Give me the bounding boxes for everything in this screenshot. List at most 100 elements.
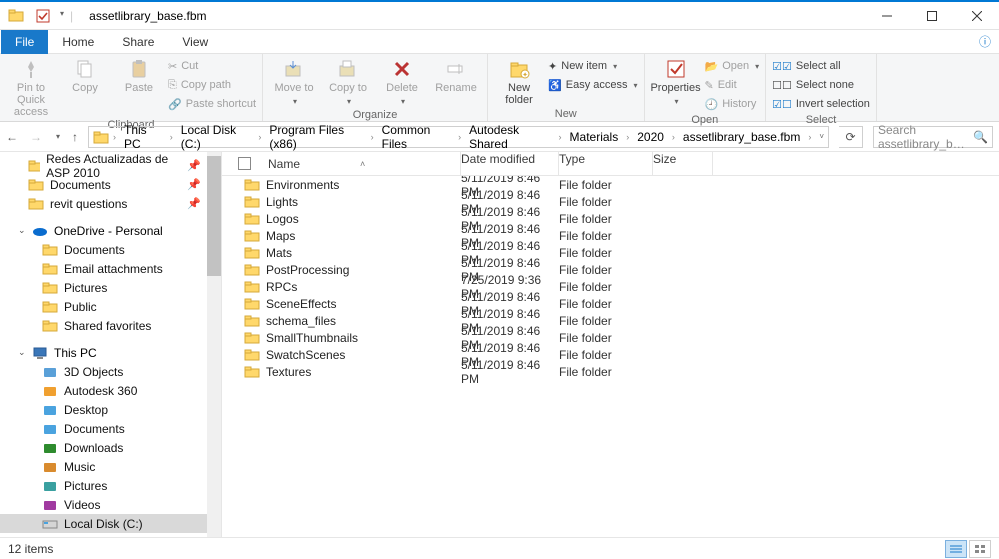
nav-onedrive-item[interactable]: Public bbox=[0, 297, 221, 316]
column-size[interactable]: Size bbox=[653, 152, 713, 176]
nav-onedrive-item[interactable]: Shared favorites bbox=[0, 316, 221, 335]
breadcrumb-seg[interactable]: This PC bbox=[120, 123, 166, 151]
nav-local-disk[interactable]: Local Disk (C:) bbox=[0, 514, 221, 533]
nav-this-pc[interactable]: ⌄ This PC bbox=[0, 343, 221, 362]
nav-thispc-item[interactable]: Desktop bbox=[0, 400, 221, 419]
invert-selection-button[interactable]: ☑☐Invert selection bbox=[772, 95, 870, 113]
file-type: File folder bbox=[559, 348, 653, 362]
ribbon-help-icon[interactable]: ⓘ bbox=[971, 33, 999, 50]
new-folder-button[interactable]: ✦ New folder bbox=[494, 56, 544, 106]
tab-share[interactable]: Share bbox=[108, 30, 168, 54]
pin-to-quick-access-button[interactable]: Pin to Quick access bbox=[6, 56, 56, 118]
chevron-right-icon[interactable]: › bbox=[369, 132, 376, 142]
qat-properties-icon[interactable] bbox=[36, 9, 50, 23]
maximize-button[interactable] bbox=[909, 2, 954, 30]
nav-thispc-item[interactable]: Music bbox=[0, 457, 221, 476]
nav-quick-item[interactable]: Redes Actualizadas de ASP 2010📌 bbox=[0, 156, 221, 175]
view-details-button[interactable] bbox=[945, 540, 967, 558]
cut-button[interactable]: ✂Cut bbox=[168, 57, 256, 75]
table-row[interactable]: Logos 5/11/2019 8:46 PM File folder bbox=[222, 210, 999, 227]
history-button[interactable]: 🕘History bbox=[705, 95, 760, 113]
breadcrumb-seg[interactable]: Autodesk Shared bbox=[465, 123, 554, 151]
nav-recent-button[interactable]: ▾ bbox=[56, 132, 60, 141]
breadcrumb-seg[interactable]: 2020 bbox=[633, 130, 668, 144]
properties-button[interactable]: Properties▾ bbox=[651, 56, 701, 108]
address-dropdown[interactable]: ˅ bbox=[819, 132, 824, 141]
new-item-button[interactable]: ✦New item▾ bbox=[548, 57, 637, 75]
nav-back-button[interactable]: ← bbox=[6, 130, 18, 144]
nav-onedrive[interactable]: ⌄ OneDrive - Personal bbox=[0, 221, 221, 240]
delete-button[interactable]: Delete▾ bbox=[377, 56, 427, 108]
breadcrumb-seg[interactable]: Common Files bbox=[378, 123, 454, 151]
nav-onedrive-item[interactable]: Email attachments bbox=[0, 259, 221, 278]
edit-button[interactable]: ✎Edit bbox=[705, 76, 760, 94]
open-button[interactable]: 📂Open▾ bbox=[705, 57, 760, 75]
column-date[interactable]: Date modified bbox=[461, 152, 559, 176]
nav-thispc-item[interactable]: 3D Objects bbox=[0, 362, 221, 381]
nav-quick-item[interactable]: revit questions📌 bbox=[0, 194, 221, 213]
nav-onedrive-item[interactable]: Pictures bbox=[0, 278, 221, 297]
nav-quick-item[interactable]: Documents📌 bbox=[0, 175, 221, 194]
select-none-button[interactable]: ☐☐Select none bbox=[772, 76, 870, 94]
table-row[interactable]: schema_files 5/11/2019 8:46 PM File fold… bbox=[222, 312, 999, 329]
view-large-icons-button[interactable] bbox=[969, 540, 991, 558]
scrollbar-thumb[interactable] bbox=[207, 156, 221, 276]
chevron-right-icon[interactable]: › bbox=[624, 132, 631, 142]
paste-shortcut-button[interactable]: 🔗Paste shortcut bbox=[168, 95, 256, 113]
breadcrumb-seg[interactable]: assetlibrary_base.fbm bbox=[679, 130, 804, 144]
minimize-button[interactable] bbox=[864, 2, 909, 30]
chevron-right-icon[interactable]: › bbox=[111, 132, 118, 142]
window-title: assetlibrary_base.fbm bbox=[89, 9, 206, 23]
nav-scrollbar[interactable] bbox=[207, 152, 221, 539]
table-row[interactable]: SmallThumbnails 5/11/2019 8:46 PM File f… bbox=[222, 329, 999, 346]
nav-thispc-item[interactable]: Videos bbox=[0, 495, 221, 514]
search-input[interactable]: Search assetlibrary_b… 🔍 bbox=[873, 126, 993, 148]
chevron-right-icon[interactable]: › bbox=[557, 132, 564, 142]
table-row[interactable]: Maps 5/11/2019 8:46 PM File folder bbox=[222, 227, 999, 244]
refresh-button[interactable]: ⟳ bbox=[839, 126, 863, 148]
breadcrumb-seg[interactable]: Program Files (x86) bbox=[265, 123, 366, 151]
select-all-button[interactable]: ☑☑Select all bbox=[772, 57, 870, 75]
chevron-right-icon[interactable]: › bbox=[256, 132, 263, 142]
table-row[interactable]: PostProcessing 5/11/2019 8:46 PM File fo… bbox=[222, 261, 999, 278]
breadcrumb-seg[interactable]: Local Disk (C:) bbox=[177, 123, 255, 151]
copy-path-button[interactable]: ⎘Copy path bbox=[168, 76, 256, 94]
copy-to-button[interactable]: Copy to▾ bbox=[323, 56, 373, 108]
table-row[interactable]: RPCs 7/25/2019 9:36 PM File folder bbox=[222, 278, 999, 295]
close-button[interactable] bbox=[954, 2, 999, 30]
table-row[interactable]: Environments 5/11/2019 8:46 PM File fold… bbox=[222, 176, 999, 193]
tab-file[interactable]: File bbox=[1, 30, 48, 54]
nav-forward-button[interactable]: → bbox=[30, 130, 42, 144]
chevron-right-icon[interactable]: › bbox=[806, 132, 813, 142]
column-name[interactable]: Name˄ bbox=[266, 152, 461, 176]
table-row[interactable]: Lights 5/11/2019 8:46 PM File folder bbox=[222, 193, 999, 210]
breadcrumb[interactable]: › This PC› Local Disk (C:)› Program File… bbox=[88, 126, 829, 148]
easy-access-button[interactable]: ♿Easy access▾ bbox=[548, 76, 637, 94]
qat-dropdown-icon[interactable]: ▾ bbox=[60, 9, 64, 23]
scissors-icon: ✂ bbox=[168, 60, 177, 73]
table-row[interactable]: SwatchScenes 5/11/2019 8:46 PM File fold… bbox=[222, 346, 999, 363]
nav-thispc-item[interactable]: Downloads bbox=[0, 438, 221, 457]
nav-thispc-item[interactable]: Pictures bbox=[0, 476, 221, 495]
nav-item-label: Pictures bbox=[64, 479, 107, 493]
chevron-right-icon[interactable]: › bbox=[168, 132, 175, 142]
chevron-right-icon[interactable]: › bbox=[456, 132, 463, 142]
chevron-right-icon[interactable]: › bbox=[670, 132, 677, 142]
select-all-checkbox[interactable] bbox=[238, 157, 251, 170]
nav-up-button[interactable]: ↑ bbox=[72, 130, 78, 144]
table-row[interactable]: Mats 5/11/2019 8:46 PM File folder bbox=[222, 244, 999, 261]
copy-button[interactable]: Copy bbox=[60, 56, 110, 94]
nav-onedrive-item[interactable]: Documents bbox=[0, 240, 221, 259]
move-to-button[interactable]: Move to▾ bbox=[269, 56, 319, 108]
breadcrumb-seg[interactable]: Materials bbox=[566, 130, 623, 144]
tab-home[interactable]: Home bbox=[48, 30, 108, 54]
table-row[interactable]: Textures 5/11/2019 8:46 PM File folder bbox=[222, 363, 999, 380]
paste-button[interactable]: Paste bbox=[114, 56, 164, 94]
table-row[interactable]: SceneEffects 5/11/2019 8:46 PM File fold… bbox=[222, 295, 999, 312]
nav-thispc-item[interactable]: Documents bbox=[0, 419, 221, 438]
tab-view[interactable]: View bbox=[168, 30, 222, 54]
column-type[interactable]: Type bbox=[559, 152, 653, 176]
new-item-icon: ✦ bbox=[548, 60, 557, 73]
rename-button[interactable]: Rename bbox=[431, 56, 481, 94]
nav-thispc-item[interactable]: Autodesk 360 bbox=[0, 381, 221, 400]
